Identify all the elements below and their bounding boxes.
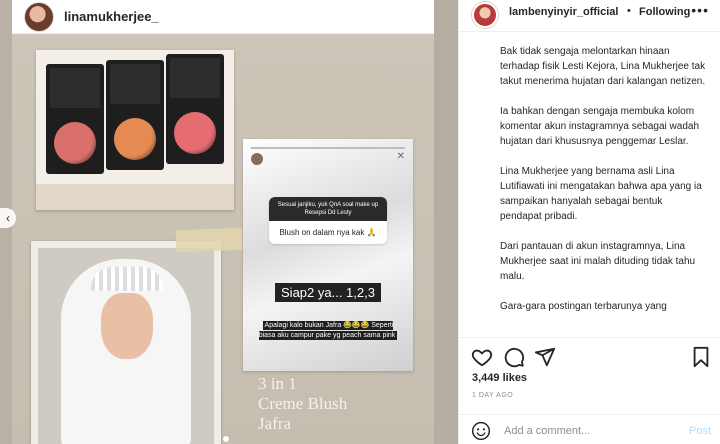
- following-button[interactable]: Following: [639, 6, 690, 18]
- post-button[interactable]: Post: [689, 425, 711, 437]
- overlay-product-text: 3 in 1 Creme Blush Jafra: [258, 374, 348, 433]
- caption-paragraph: Ia bahkan dengan sengaja membuka kolom k…: [500, 106, 700, 147]
- carousel-dot: [223, 436, 229, 442]
- caption-paragraph: Lina Mukherjee yang bernama asli Lina Lu…: [500, 166, 702, 222]
- instagram-post-view: ✕ Sesuai janjiku, yuk QnA soal make up R…: [0, 0, 720, 444]
- bride-portrait-photo: [31, 241, 221, 444]
- question-sticker: Sesuai janjiku, yuk QnA soal make up Res…: [269, 197, 387, 244]
- heart-icon[interactable]: [471, 346, 493, 368]
- separator-dot: •: [627, 5, 631, 17]
- question-header: Sesuai janjiku, yuk QnA soal make up Res…: [269, 197, 387, 221]
- post-caption: Bak tidak sengaja melontarkan hinaan ter…: [500, 44, 706, 332]
- emoji-icon[interactable]: [471, 421, 491, 441]
- blur-edge-right: [434, 0, 458, 444]
- story-avatar: [251, 153, 263, 165]
- tape-decoration: [175, 227, 243, 253]
- blush-compact: [46, 64, 104, 174]
- comment-icon[interactable]: [503, 346, 525, 368]
- author-username[interactable]: lambenyinyir_official: [509, 6, 618, 18]
- blush-compact: [166, 54, 224, 164]
- left-post-header: linamukherjee_: [12, 0, 434, 34]
- more-dots-icon[interactable]: •••: [691, 2, 709, 18]
- caption-paragraph: Bak tidak sengaja melontarkan hinaan ter…: [500, 46, 706, 87]
- post-side-panel: lambenyinyir_official • Following ••• Ba…: [458, 0, 720, 444]
- likes-count[interactable]: 3,449 likes: [472, 372, 527, 384]
- post-photo[interactable]: ✕ Sesuai janjiku, yuk QnA soal make up R…: [0, 0, 458, 444]
- story-reply-big: Siap2 ya... 1,2,3: [243, 283, 413, 302]
- left-username[interactable]: linamukherjee_: [64, 9, 159, 24]
- bookmark-icon[interactable]: [690, 346, 712, 368]
- story-reply-small: Apalagi kalo bukan Jafra 😂😂😂 Seperti bia…: [258, 321, 398, 340]
- story-screenshot: ✕ Sesuai janjiku, yuk QnA soal make up R…: [243, 139, 413, 371]
- action-bar: [459, 337, 720, 377]
- blush-product-photo: [36, 50, 234, 210]
- avatar[interactable]: [24, 2, 54, 32]
- share-icon[interactable]: [534, 346, 556, 368]
- question-answer: Blush on dalam nya kak 🙏: [279, 228, 377, 237]
- comment-bar: Add a comment... Post: [459, 414, 720, 444]
- close-icon: ✕: [396, 151, 405, 162]
- post-time[interactable]: 1 DAY AGO: [472, 392, 513, 399]
- post-header: lambenyinyir_official • Following •••: [459, 0, 720, 32]
- avatar[interactable]: [472, 2, 498, 28]
- caption-paragraph: Gara-gara postingan terbarunya yang: [500, 301, 667, 312]
- caption-paragraph: Dari pantauan di akun instagramnya, Lina…: [500, 241, 696, 282]
- comment-input[interactable]: Add a comment...: [504, 425, 590, 437]
- blush-compact: [106, 60, 164, 170]
